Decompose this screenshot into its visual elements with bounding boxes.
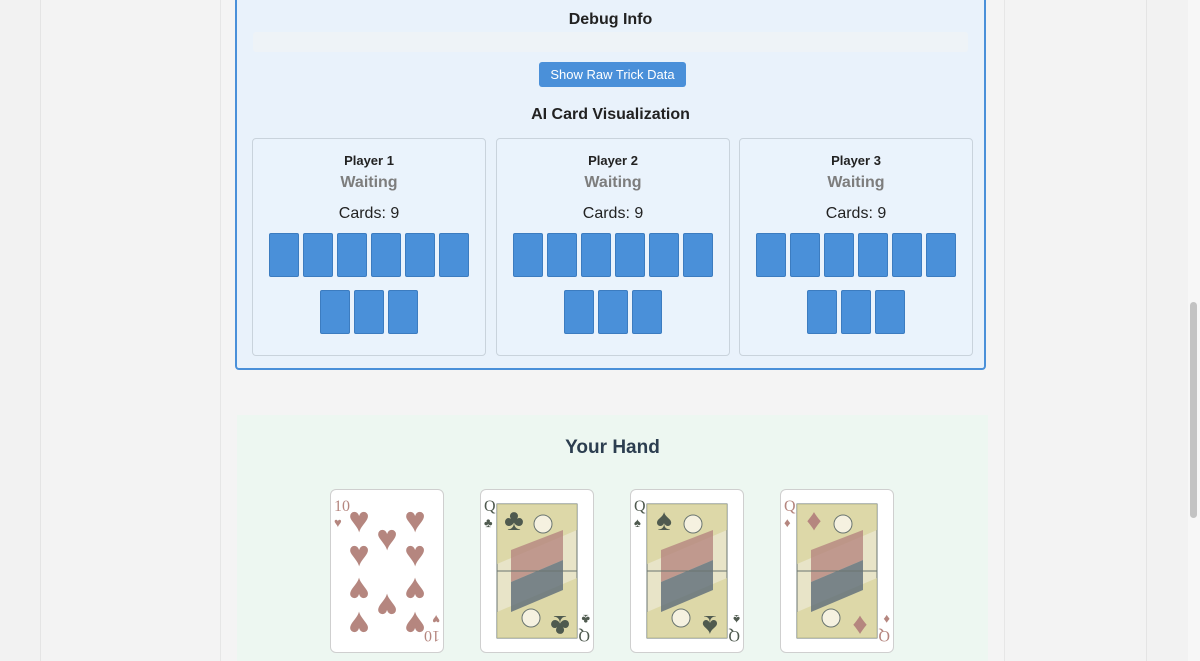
hearts-pip-icon: ♥: [376, 586, 397, 627]
player-name: Player 2: [588, 153, 638, 168]
diamonds-icon: ♦: [784, 515, 791, 530]
spades-icon: ♠: [733, 612, 740, 627]
card-back: [875, 290, 905, 334]
player-status: Waiting: [584, 174, 642, 191]
player-panel-2: Player 2 Waiting Cards: 9: [496, 138, 730, 356]
card-face: Q♦Q♦♦♦: [784, 498, 890, 644]
card-rank: Q: [878, 627, 890, 644]
hand-card-q-spades[interactable]: Q ♠ Q ♠ ♠ ♠: [630, 489, 744, 653]
card-rank: Q: [728, 627, 740, 644]
your-hand-title: Your Hand: [565, 437, 660, 458]
spades-icon: ♠: [702, 609, 718, 642]
hearts-pip-icon: ♥: [348, 533, 369, 574]
card-back: [824, 233, 854, 277]
debug-output-area: [253, 32, 968, 52]
hand-card-q-diamonds[interactable]: Q ♦ Q ♦ ♦ ♦: [780, 489, 894, 653]
player-panel-3: Player 3 Waiting Cards: 9: [739, 138, 973, 356]
player-panel-1: Player 1 Waiting Cards: 9: [252, 138, 486, 356]
card-back: [841, 290, 871, 334]
card-back: [649, 233, 679, 277]
clubs-icon: ♣: [484, 515, 493, 530]
diamonds-icon: ♦: [883, 612, 890, 627]
card-back: [564, 290, 594, 334]
card-back: [388, 290, 418, 334]
hearts-pip-icon: ♥: [348, 604, 369, 645]
player-card-count: Cards: 9: [338, 205, 400, 222]
card-back: [303, 233, 333, 277]
card-back: [354, 290, 384, 334]
card-back: [598, 290, 628, 334]
player-status: Waiting: [340, 174, 398, 191]
card-back: [337, 233, 367, 277]
player-name: Player 3: [831, 153, 881, 168]
hand-card-q-clubs[interactable]: Q ♣ Q ♣ ♣ ♣: [480, 489, 594, 653]
clubs-icon: ♣: [550, 609, 570, 642]
card-back: [683, 233, 713, 277]
player-card-count: Cards: 9: [825, 205, 887, 222]
spades-icon: ♠: [656, 504, 672, 537]
hearts-pip-icon: ♥: [404, 533, 425, 574]
hearts-icon: ♥: [432, 612, 440, 627]
hearts-icon: ♥: [334, 515, 342, 530]
debug-title: Debug Info: [568, 11, 653, 28]
diamonds-icon: ♦: [806, 504, 821, 537]
show-raw-trick-data-button[interactable]: Show Raw Trick Data: [539, 62, 686, 87]
player-status: Waiting: [827, 174, 885, 191]
card-rank: Q: [784, 498, 796, 515]
card-back: [615, 233, 645, 277]
player-card-count: Cards: 9: [582, 205, 644, 222]
card-back: [926, 233, 956, 277]
card-back: [858, 233, 888, 277]
card-back: [405, 233, 435, 277]
your-hand-area: Your Hand 10 ♥ 10 ♥ ♥ ♥ ♥ ♥ ♥ ♥ ♥ ♥ ♥ ♥ Q ♣ Q ♣ ♣ ♣ Q ♠ Q ♠ ♠ ♠…: [237, 415, 988, 661]
spades-icon: ♠: [634, 515, 641, 530]
player-name: Player 1: [344, 153, 394, 168]
card-back: [807, 290, 837, 334]
card-back: [756, 233, 786, 277]
card-face: Q♣Q♣♣♣: [484, 498, 590, 644]
card-rank: Q: [634, 498, 646, 515]
hand-card-10-hearts[interactable]: 10 ♥ 10 ♥ ♥ ♥ ♥ ♥ ♥ ♥ ♥ ♥ ♥ ♥: [330, 489, 444, 653]
ai-card-visualization-title: AI Card Visualization: [531, 106, 690, 123]
card-face: 10♥10♥♥ ♥♥♥ ♥♥ ♥♥♥ ♥: [334, 498, 440, 645]
card-back: [371, 233, 401, 277]
hearts-pip-icon: ♥: [404, 604, 425, 645]
clubs-icon: ♣: [504, 504, 524, 537]
card-back: [439, 233, 469, 277]
card-back: [269, 233, 299, 277]
hearts-pip-icon: ♥: [376, 517, 397, 558]
card-back: [320, 290, 350, 334]
debug-panel: Debug Info Show Raw Trick Data AI Card V…: [235, 0, 986, 370]
card-back: [581, 233, 611, 277]
vertical-scrollbar[interactable]: [1188, 0, 1200, 661]
card-back: [790, 233, 820, 277]
diamonds-icon: ♦: [852, 609, 867, 642]
clubs-icon: ♣: [581, 612, 590, 627]
card-rank: Q: [578, 627, 590, 644]
card-face: Q♠Q♠♠♠: [634, 498, 740, 644]
card-back: [632, 290, 662, 334]
card-back: [547, 233, 577, 277]
card-back: [892, 233, 922, 277]
card-rank: Q: [484, 498, 496, 515]
scrollbar-thumb[interactable]: [1190, 302, 1197, 518]
card-back: [513, 233, 543, 277]
